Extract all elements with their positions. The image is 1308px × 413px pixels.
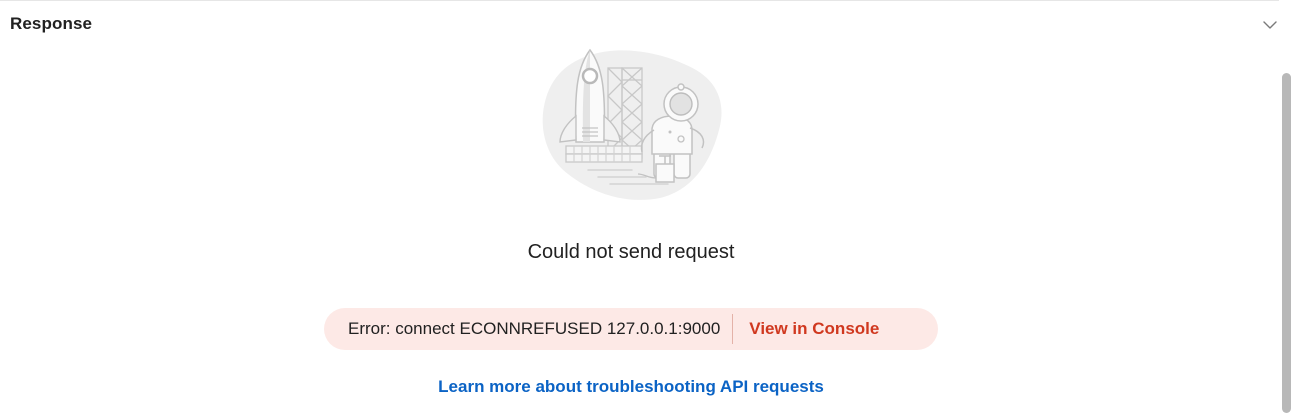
error-banner: Error: connect ECONNREFUSED 127.0.0.1:90… (324, 308, 938, 350)
view-in-console-link[interactable]: View in Console (749, 319, 879, 339)
error-message: Could not send request (527, 241, 735, 263)
response-title: Response (10, 14, 93, 33)
troubleshooting-help-link[interactable]: Learn more about troubleshooting API req… (0, 377, 1262, 397)
error-detail-text: Error: connect ECONNREFUSED 127.0.0.1:90… (348, 319, 721, 338)
vertical-scrollbar-thumb[interactable] (1282, 73, 1291, 413)
rocket-astronaut-illustration (536, 46, 728, 202)
response-panel-header: Response (0, 0, 1294, 48)
banner-divider (732, 314, 734, 344)
